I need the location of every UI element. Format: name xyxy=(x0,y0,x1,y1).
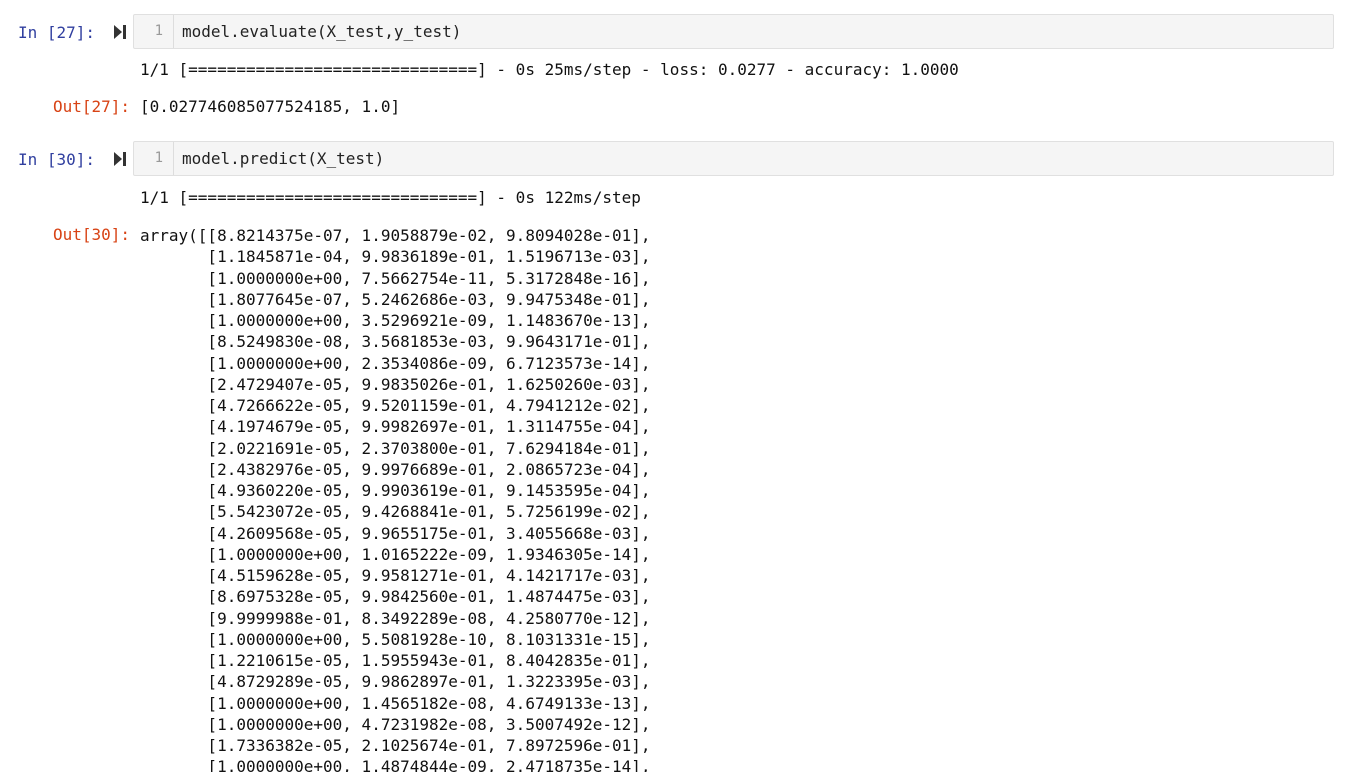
array-line: [1.2210615e-05, 1.5955943e-01, 8.4042835… xyxy=(140,651,651,670)
array-line: [8.6975328e-05, 9.9842560e-01, 1.4874475… xyxy=(140,587,651,607)
array-line: [1.0000000e+00, 5.5081928e-10, 8.1031331… xyxy=(140,629,651,649)
array-line: [1.8077645e-07, 5.2462686e-03, 9.9475348… xyxy=(140,289,651,309)
out-prompt-30: Out[30]: xyxy=(53,225,131,244)
array-line: [1.0000000e+00, 1.4565182e-08, 4.6749133… xyxy=(140,693,651,713)
line-number-gutter: 1 xyxy=(134,15,174,48)
line-number: 1 xyxy=(154,23,163,39)
array-line: [9.9999988e-01, 8.3492289e-08, 4.2580770… xyxy=(140,608,651,628)
array-line: [2.4382976e-05, 9.9976689e-01, 2.0865723… xyxy=(140,459,651,479)
run-cell-icon[interactable] xyxy=(113,151,127,167)
stream-output-27: 1/1 [==============================] - 0… xyxy=(140,60,959,79)
array-line: [4.5159628e-05, 9.9581271e-01, 4.1421717… xyxy=(140,566,651,585)
array-line: [1.0000000e+00, 1.0165222e-09, 1.9346305… xyxy=(140,544,651,564)
line-number: 1 xyxy=(154,150,163,166)
array-line: [1.1845871e-04, 9.9836189e-01, 1.5196713… xyxy=(140,247,651,267)
code-line[interactable]: model.evaluate(X_test,y_test) xyxy=(182,23,461,41)
out-prompt-27: Out[27]: xyxy=(53,97,131,116)
code-cell-30[interactable]: 1 model.predict(X_test) xyxy=(133,141,1334,176)
array-line: [5.5423072e-05, 9.4268841e-01, 5.7256199… xyxy=(140,502,651,522)
result-output-27: [0.027746085077524185, 1.0] xyxy=(140,97,401,116)
array-line: [4.1974679e-05, 9.9982697e-01, 1.3114755… xyxy=(140,417,651,437)
array-line: [4.7266622e-05, 9.5201159e-01, 4.7941212… xyxy=(140,396,651,415)
in-prompt-30: In [30]: xyxy=(18,150,96,169)
array-line: [2.0221691e-05, 2.3703800e-01, 7.6294184… xyxy=(140,438,651,458)
array-line: [8.5249830e-08, 3.5681853e-03, 9.9643171… xyxy=(140,332,651,352)
notebook-page: In [27]: 1 model.evaluate(X_test,y_test)… xyxy=(0,0,1353,772)
in-prompt-27: In [27]: xyxy=(18,23,96,42)
stream-output-30: 1/1 [==============================] - 0… xyxy=(140,188,641,207)
array-line: [4.8729289e-05, 9.9862897e-01, 1.3223395… xyxy=(140,672,651,692)
array-line: [4.9360220e-05, 9.9903619e-01, 9.1453595… xyxy=(140,481,651,500)
array-output-30: array([[8.8214375e-07, 1.9058879e-02, 9.… xyxy=(140,226,651,772)
array-line: array([[8.8214375e-07, 1.9058879e-02, 9.… xyxy=(140,226,651,245)
code-cell-27[interactable]: 1 model.evaluate(X_test,y_test) xyxy=(133,14,1334,49)
array-line: [1.0000000e+00, 4.7231982e-08, 3.5007492… xyxy=(140,714,651,734)
run-cell-icon[interactable] xyxy=(113,24,127,40)
array-line: [4.2609568e-05, 9.9655175e-01, 3.4055668… xyxy=(140,523,651,543)
array-line: [1.0000000e+00, 2.3534086e-09, 6.7123573… xyxy=(140,353,651,373)
array-line: [2.4729407e-05, 9.9835026e-01, 1.6250260… xyxy=(140,374,651,394)
code-line[interactable]: model.predict(X_test) xyxy=(182,150,384,168)
array-line: [1.7336382e-05, 2.1025674e-01, 7.8972596… xyxy=(140,736,651,755)
line-number-gutter: 1 xyxy=(134,142,174,175)
array-line: [1.0000000e+00, 7.5662754e-11, 5.3172848… xyxy=(140,268,651,288)
array-line: [1.0000000e+00, 3.5296921e-09, 1.1483670… xyxy=(140,311,651,330)
array-line: [1.0000000e+00, 1.4874844e-09, 2.4718735… xyxy=(140,757,651,772)
